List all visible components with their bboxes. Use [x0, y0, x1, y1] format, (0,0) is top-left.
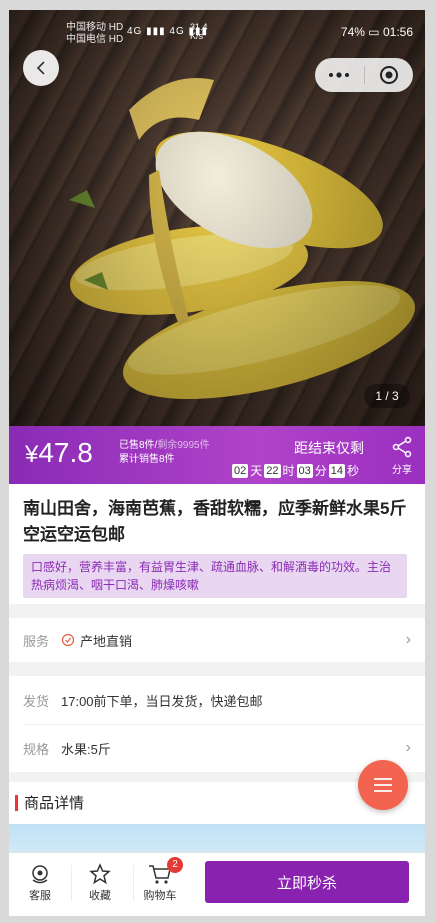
product-title: 南山田舍，海南芭蕉，香甜软糯，应季新鲜水果5斤空运空运包邮 — [23, 499, 407, 544]
bottom-action-bar: 客服 收藏 2 购物车 立即秒杀 — [9, 852, 425, 916]
floating-menu-button[interactable] — [358, 760, 408, 810]
back-button[interactable] — [23, 50, 59, 86]
remaining-count: 剩余9995件 — [157, 440, 210, 451]
product-promo: 口感好，营养丰富，有益胃生津、疏通血脉、和解酒毒的功效。主治热病烦渴、咽干口渴、… — [23, 554, 407, 598]
shipping-value: 17:00前下单，当日发货，快递包邮 — [61, 693, 263, 709]
chevron-right-icon: › — [405, 739, 411, 756]
minutes-unit: 分 — [314, 464, 327, 478]
battery-icon: ▭ — [368, 25, 383, 39]
more-button[interactable] — [315, 58, 364, 92]
network-speed: 31.4 K/s — [190, 23, 208, 41]
price-value: 47.8 — [38, 437, 93, 468]
spec-row[interactable]: 规格 水果:5斤 › — [23, 726, 411, 770]
service-value: 产地直销 — [80, 633, 133, 649]
product-info-card: 南山田舍，海南芭蕉，香甜软糯，应季新鲜水果5斤空运空运包邮 口感好，营养丰富，有… — [9, 484, 425, 604]
service-card[interactable]: 服务 产地直销 › — [9, 618, 425, 662]
menu-icon — [374, 778, 392, 792]
countdown-minutes: 03 — [296, 463, 313, 478]
spec-label: 规格 — [23, 741, 50, 757]
shipping-spec-card: 发货 17:00前下单，当日发货，快递包邮 规格 水果:5斤 › — [9, 676, 425, 772]
check-circle-icon — [61, 633, 75, 647]
shipping-label: 发货 — [23, 693, 50, 709]
service-label: 服务 — [23, 633, 50, 649]
favorite-label: 收藏 — [89, 890, 111, 902]
cart-label: 购物车 — [143, 890, 177, 902]
days-unit: 天 — [250, 464, 263, 478]
headset-icon — [32, 865, 48, 884]
chevron-right-icon: › — [405, 631, 411, 648]
currency-symbol: ¥ — [25, 441, 39, 468]
screen: 1 / 3 中国移动 HD 中国电信 HD 4G ▮▮▮ 4G ▮▮▮ 31.4… — [9, 10, 425, 916]
row-divider — [23, 724, 425, 725]
total-sold: 累计销售8件 — [119, 454, 175, 465]
shipping-row: 发货 17:00前下单，当日发货，快递包邮 — [23, 678, 411, 722]
close-miniprogram-button[interactable] — [365, 58, 414, 92]
countdown-seconds: 14 — [328, 463, 346, 478]
seconds-unit: 秒 — [347, 464, 360, 478]
share-label: 分享 — [392, 465, 412, 476]
details-heading-text: 商品详情 — [24, 795, 85, 812]
cart-count-badge: 2 — [167, 857, 183, 873]
countdown-title: 距结束仅剩 — [294, 440, 364, 456]
star-icon — [89, 863, 111, 885]
heading-accent-bar — [15, 794, 18, 811]
hours-unit: 时 — [282, 464, 295, 478]
image-pager: 1 / 3 — [364, 384, 410, 408]
cart-button[interactable]: 2 购物车 — [131, 857, 189, 903]
price: ¥47.8 — [25, 437, 93, 469]
spec-value: 水果:5斤 — [61, 741, 111, 757]
more-dots-icon — [329, 72, 350, 78]
countdown-days: 02 — [232, 463, 249, 478]
customer-service-label: 客服 — [29, 890, 51, 902]
share-icon — [392, 436, 412, 458]
network-speed-unit: K/s — [190, 31, 204, 41]
details-heading: 商品详情 — [15, 792, 84, 813]
share-button[interactable]: 分享 — [387, 436, 417, 476]
clock: 01:56 — [382, 25, 413, 39]
carrier-1: 中国移动 HD — [66, 22, 124, 33]
carrier-2: 中国电信 HD — [66, 34, 124, 45]
carrier-info: 中国移动 HD 中国电信 HD — [66, 22, 123, 46]
buy-now-button[interactable]: 立即秒杀 — [205, 861, 409, 903]
mini-program-capsule — [315, 58, 413, 92]
sales-info: 已售8件/剩余9995件 累计销售8件 — [119, 439, 210, 467]
status-right: 74% ▭ 01:56 — [341, 25, 413, 39]
back-arrow-icon — [36, 61, 45, 75]
countdown-hours: 22 — [264, 463, 281, 478]
service-row[interactable]: 服务 产地直销 › — [23, 618, 411, 662]
battery-level: 74% — [340, 25, 365, 39]
price-bar: ¥47.8 已售8件/剩余9995件 累计销售8件 距结束仅剩 02 天 22 时 … — [9, 426, 425, 484]
customer-service-button[interactable]: 客服 — [11, 861, 69, 903]
sold-count: 已售8件/ — [119, 440, 158, 451]
target-icon — [379, 66, 398, 84]
countdown-timer: 02 天 22 时 03 分 14 秒 — [232, 462, 359, 479]
favorite-button[interactable]: 收藏 — [71, 861, 129, 903]
status-bar: 中国移动 HD 中国电信 HD 4G ▮▮▮ 4G ▮▮▮ 31.4 K/s 7… — [9, 10, 425, 54]
